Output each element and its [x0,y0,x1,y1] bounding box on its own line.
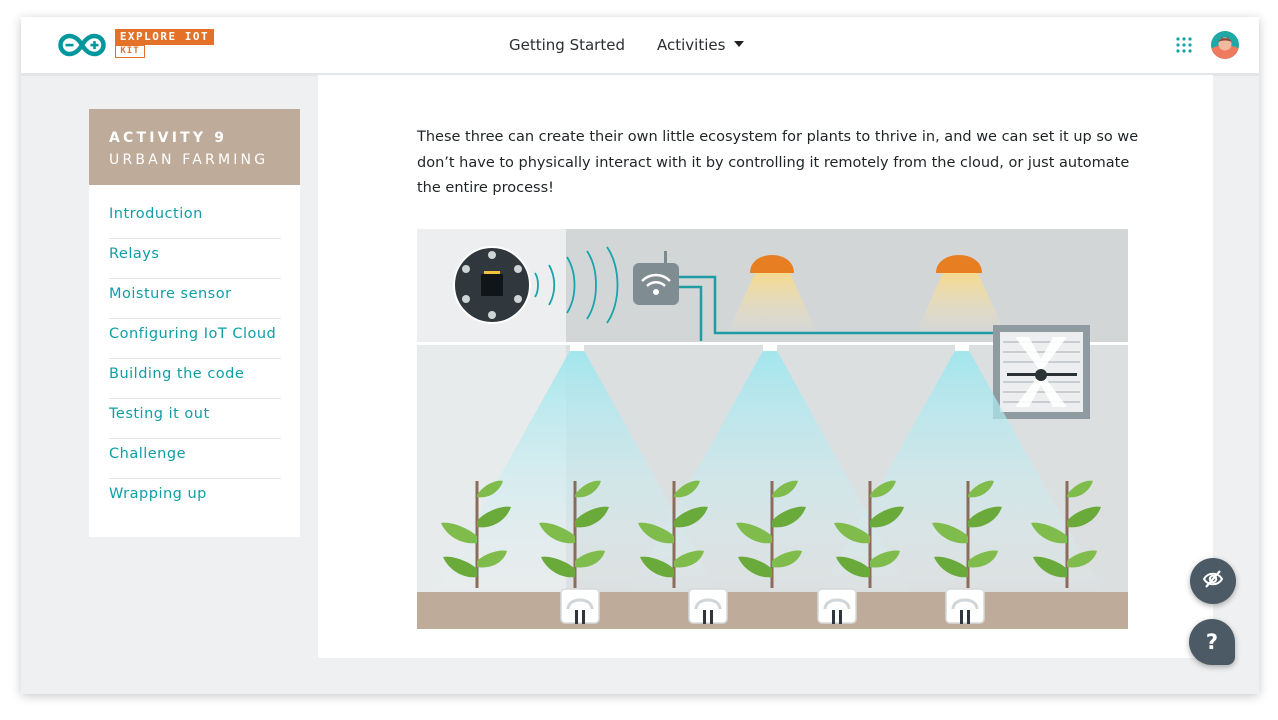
hide-overlay-button[interactable] [1190,558,1236,604]
activity-title: URBAN FARMING [109,152,269,168]
nav-getting-started-label: Getting Started [509,36,625,54]
iot-board-icon [453,246,531,324]
activity-nav-list: Introduction Relays Moisture sensor Conf… [89,185,300,518]
urban-farming-illustration [417,229,1128,634]
sidebar-item-relays[interactable]: Relays [109,239,281,279]
activity-sidebar: ACTIVITY 9 URBAN FARMING Introduction Re… [89,109,300,537]
sidebar-item-moisture-sensor[interactable]: Moisture sensor [109,279,281,319]
caret-down-icon [734,41,745,47]
sidebar-item-testing-it-out[interactable]: Testing it out [109,399,281,439]
activity-number: ACTIVITY 9 [109,130,228,146]
fan-icon [993,325,1090,419]
nav-activities-label: Activities [657,36,726,54]
sidebar-item-configuring-iot-cloud[interactable]: Configuring IoT Cloud [109,319,281,359]
sidebar-item-introduction[interactable]: Introduction [109,199,281,239]
logo-badge-kit: KIT [115,45,145,58]
top-header: EXPLORE IOT KIT Getting Started Activiti… [21,17,1259,76]
sidebar-item-challenge[interactable]: Challenge [109,439,281,479]
content-paragraph: These three can create their own little … [417,129,1139,196]
app-window: EXPLORE IOT KIT Getting Started Activiti… [21,17,1259,694]
nav-getting-started[interactable]: Getting Started [509,36,625,54]
help-label: ? [1205,630,1219,654]
user-avatar[interactable] [1211,31,1239,59]
activity-header: ACTIVITY 9 URBAN FARMING [89,109,300,185]
nav-activities-dropdown[interactable]: Activities [657,36,745,54]
arduino-logo-icon[interactable] [57,32,107,63]
logo-badge-explore: EXPLORE IOT [115,29,214,45]
sidebar-item-wrapping-up[interactable]: Wrapping up [109,479,281,518]
sidebar-item-building-the-code[interactable]: Building the code [109,359,281,399]
main-content: These three can create their own little … [318,75,1213,658]
grid-apps-icon[interactable] [1175,36,1193,59]
help-button[interactable]: ? [1189,619,1235,665]
eye-off-icon [1202,568,1224,595]
